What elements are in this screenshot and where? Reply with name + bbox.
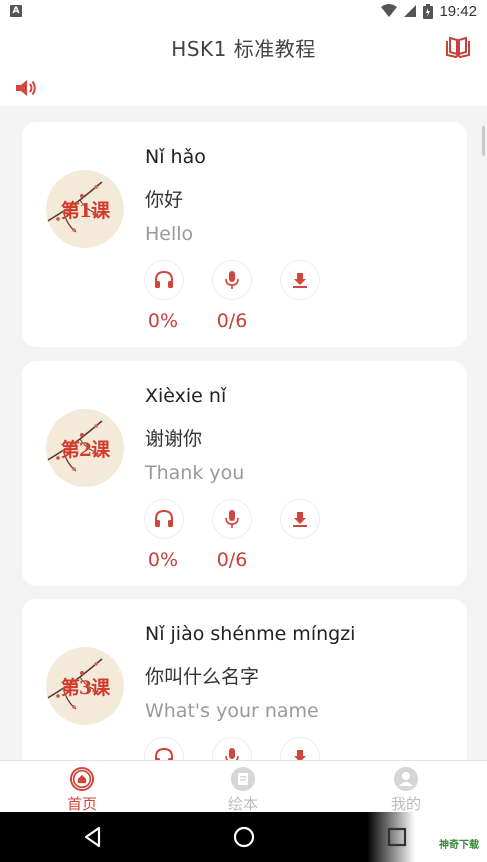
cell-signal-icon	[404, 5, 417, 17]
lesson-number: 第1课	[60, 199, 110, 222]
battery-icon	[423, 3, 434, 19]
listen-button[interactable]	[144, 260, 184, 300]
lesson-pinyin: Nǐ jiào shénme míngzi	[145, 623, 356, 645]
lesson-pinyin: Xièxie nǐ	[145, 385, 227, 407]
tab-home[interactable]: 首页	[42, 765, 122, 813]
record-progress: 0/6	[216, 549, 248, 571]
microphone-icon	[225, 271, 239, 289]
listen-button[interactable]	[144, 499, 184, 539]
notification-badge-icon: A	[10, 5, 22, 17]
lesson-card[interactable]: 第3课 Nǐ jiào shénme míngzi 你叫什么名字 What's …	[22, 599, 467, 760]
listen-progress: 0%	[147, 549, 179, 571]
lesson-english: Hello	[145, 223, 194, 245]
home-icon	[70, 767, 94, 791]
app-screen: A 19:42 HSK1 标准教程 第1课 Nǐ hǎo 你好 Hello 0%…	[0, 0, 487, 862]
lesson-number: 第2课	[60, 438, 110, 461]
headphones-icon	[155, 271, 173, 288]
audio-row	[0, 72, 487, 106]
tab-home-label: 首页	[66, 795, 97, 813]
record-progress: 0/6	[216, 310, 248, 332]
book-open-icon[interactable]	[445, 35, 471, 59]
bottom-tab-bar: 首页 绘本 我的	[0, 760, 487, 813]
headphones-icon	[155, 748, 173, 760]
back-icon[interactable]	[80, 824, 106, 850]
lesson-badge: 第2课	[46, 409, 124, 487]
tab-picture-books-label: 绘本	[227, 795, 258, 813]
page-title: HSK1 标准教程	[171, 36, 316, 61]
profile-icon	[394, 767, 418, 791]
download-icon	[294, 750, 306, 760]
picture-book-icon	[231, 767, 255, 791]
download-icon	[293, 273, 307, 288]
record-button[interactable]	[212, 499, 252, 539]
speaker-icon[interactable]	[14, 78, 38, 98]
tab-picture-books[interactable]: 绘本	[203, 765, 283, 813]
download-button[interactable]	[280, 737, 320, 760]
lesson-pinyin: Nǐ hǎo	[145, 146, 206, 168]
download-button[interactable]	[280, 260, 320, 300]
watermark-text: 神奇下载	[439, 840, 479, 851]
headphones-icon	[155, 510, 173, 527]
recents-icon[interactable]	[384, 824, 410, 850]
lesson-english: Thank you	[145, 462, 245, 484]
status-bar: A 19:42	[0, 0, 487, 22]
listen-button[interactable]	[144, 737, 184, 760]
listen-progress: 0%	[147, 310, 179, 332]
download-icon	[293, 512, 307, 527]
clock: 19:42	[439, 2, 477, 20]
record-button[interactable]	[212, 260, 252, 300]
app-header: HSK1 标准教程	[0, 22, 487, 72]
tab-profile[interactable]: 我的	[366, 765, 446, 813]
tab-profile-label: 我的	[390, 795, 421, 813]
lesson-badge: 第3课	[46, 647, 124, 725]
lesson-hanzi: 你好	[145, 189, 184, 211]
record-button[interactable]	[212, 737, 252, 760]
microphone-icon	[225, 510, 239, 528]
lesson-hanzi: 谢谢你	[145, 428, 203, 450]
microphone-icon	[225, 748, 239, 760]
lesson-number: 第3课	[60, 676, 110, 699]
lesson-card[interactable]: 第2课 Xièxie nǐ 谢谢你 Thank you 0% 0/6	[22, 361, 467, 586]
home-circle-icon[interactable]	[231, 824, 257, 850]
lesson-card[interactable]: 第1课 Nǐ hǎo 你好 Hello 0% 0/6	[22, 122, 467, 347]
download-button[interactable]	[280, 499, 320, 539]
lesson-list[interactable]: 第1课 Nǐ hǎo 你好 Hello 0% 0/6 第2课 Xièxie nǐ…	[0, 106, 487, 760]
lesson-english: What's your name	[145, 700, 319, 722]
scrollbar[interactable]	[482, 126, 485, 156]
lesson-hanzi: 你叫什么名字	[145, 666, 260, 688]
system-nav-bar: 神奇下载	[0, 812, 487, 862]
wifi-icon	[381, 4, 398, 17]
lesson-badge: 第1课	[46, 170, 124, 248]
